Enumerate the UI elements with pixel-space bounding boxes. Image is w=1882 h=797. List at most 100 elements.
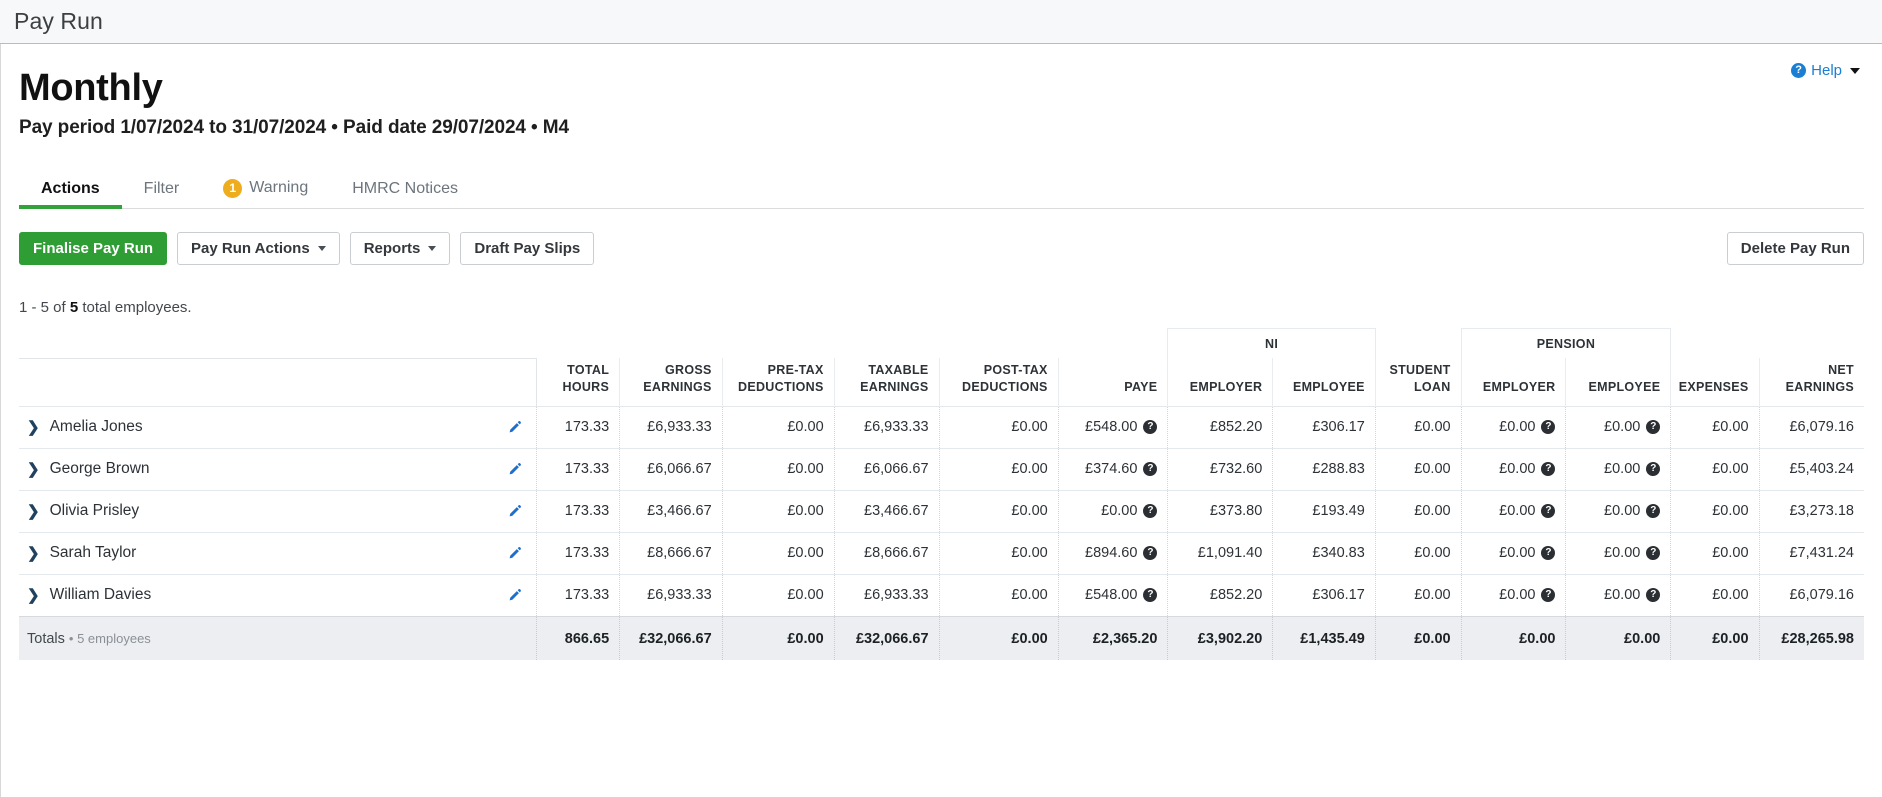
table-row[interactable]: ❯ Sarah Taylor 173.33 £8,666.67 £0.00 £8,666.…: [19, 531, 1864, 575]
employee-name-cell: ❯ George Brown: [19, 447, 537, 491]
cell-value: £5,403.24: [1789, 461, 1854, 478]
tab-filter[interactable]: Filter: [122, 180, 202, 208]
col-header-student-loan: STUDENT LOAN: [1374, 358, 1462, 407]
info-tooltip-icon[interactable]: ?: [1646, 588, 1661, 603]
edit-employee-icon[interactable]: [507, 420, 526, 435]
cell-pension-employee: £0.00?: [1565, 447, 1671, 491]
info-tooltip-icon[interactable]: ?: [1541, 588, 1556, 603]
cell-ni-employee: £340.83: [1272, 531, 1376, 575]
info-tooltip-icon[interactable]: ?: [1646, 504, 1661, 519]
group-header-ni: NI: [1167, 327, 1376, 359]
expand-row-icon[interactable]: ❯: [27, 546, 40, 561]
draft-pay-slips-button[interactable]: Draft Pay Slips: [460, 232, 595, 266]
table-row[interactable]: ❯ Olivia Prisley 173.33 £3,466.67 £0.00 £3,46…: [19, 489, 1864, 533]
info-tooltip-icon[interactable]: ?: [1646, 462, 1661, 477]
expand-row-icon[interactable]: ❯: [27, 504, 40, 519]
cell-value: £0.00: [1499, 545, 1536, 562]
pay-run-actions-dropdown[interactable]: Pay Run Actions: [177, 232, 340, 266]
tab-hmrc-notices[interactable]: HMRC Notices: [330, 180, 480, 208]
tab-filter-label: Filter: [143, 179, 180, 197]
edit-employee-icon[interactable]: [507, 588, 526, 603]
cell-pre-tax-deductions: £0.00: [721, 531, 835, 575]
cell-taxable-earnings: £6,933.33: [833, 405, 940, 449]
warning-count-badge: 1: [223, 178, 243, 198]
cell-value: £0.00: [1712, 503, 1749, 520]
tab-warning[interactable]: 1 Warning: [201, 178, 330, 208]
table-head: NI PENSION TOTAL HOURS GROSS EARNINGS PR…: [19, 327, 1864, 407]
cell-pre-tax-deductions: £0.00: [721, 573, 835, 617]
info-tooltip-icon[interactable]: ?: [1541, 504, 1556, 519]
chevron-down-icon: [1850, 67, 1860, 74]
group-header-spacer-left: [19, 328, 1168, 358]
info-tooltip-icon[interactable]: ?: [1143, 504, 1158, 519]
info-tooltip-icon[interactable]: ?: [1143, 546, 1158, 561]
pay-run-table: NI PENSION TOTAL HOURS GROSS EARNINGS PR…: [19, 327, 1864, 661]
cell-pension-employer: £0.00?: [1460, 447, 1566, 491]
col-header-post-tax-deductions: POST-TAX DEDUCTIONS: [938, 358, 1059, 407]
col-header-expenses: EXPENSES: [1670, 358, 1760, 407]
edit-employee-icon[interactable]: [507, 546, 526, 561]
table-group-header-row: NI PENSION: [19, 327, 1864, 359]
totals-cell-pension-employer: £0.00: [1460, 615, 1566, 661]
cell-pension-employee: £0.00?: [1565, 405, 1671, 449]
expand-row-icon[interactable]: ❯: [27, 588, 40, 603]
cell-value: £6,933.33: [864, 419, 929, 436]
cell-value: £0.00: [1604, 461, 1641, 478]
employee-name: William Davies: [49, 586, 152, 604]
cell-expenses: £0.00: [1670, 531, 1760, 575]
cell-value: £0.00: [1712, 587, 1749, 604]
cell-student-loan: £0.00: [1374, 573, 1462, 617]
cell-pension-employee: £0.00?: [1565, 489, 1671, 533]
cell-paye: £374.60?: [1057, 447, 1168, 491]
cell-pension-employer: £0.00?: [1460, 531, 1566, 575]
count-prefix: 1 - 5 of: [19, 298, 70, 316]
cell-pre-tax-deductions: £0.00: [721, 447, 835, 491]
cell-value: £0.00: [787, 419, 824, 436]
info-tooltip-icon[interactable]: ?: [1646, 420, 1661, 435]
info-tooltip-icon[interactable]: ?: [1143, 588, 1158, 603]
info-tooltip-icon[interactable]: ?: [1541, 462, 1556, 477]
cell-value: £306.17: [1312, 419, 1365, 436]
cell-ni-employer: £373.80: [1167, 489, 1273, 533]
table-row[interactable]: ❯ Amelia Jones 173.33 £6,933.33 £0.00 £6,933.…: [19, 405, 1864, 449]
expand-row-icon[interactable]: ❯: [27, 420, 40, 435]
edit-employee-icon[interactable]: [507, 504, 526, 519]
cell-total-hours: 173.33: [535, 531, 620, 575]
employee-name: Sarah Taylor: [49, 544, 137, 562]
cell-expenses: £0.00: [1670, 405, 1760, 449]
tab-bar: Actions Filter 1 Warning HMRC Notices: [19, 169, 1864, 209]
cell-pension-employer: £0.00?: [1460, 405, 1566, 449]
finalise-pay-run-button[interactable]: Finalise Pay Run: [19, 232, 168, 266]
help-link[interactable]: ? Help: [1791, 62, 1860, 79]
cell-value: £374.60: [1085, 461, 1138, 478]
reports-dropdown[interactable]: Reports: [349, 232, 451, 266]
question-circle-icon: ?: [1791, 63, 1807, 78]
cell-net-earnings: £3,273.18: [1758, 489, 1864, 533]
expand-row-icon[interactable]: ❯: [27, 462, 40, 477]
info-tooltip-icon[interactable]: ?: [1646, 546, 1661, 561]
action-toolbar: Finalise Pay Run Pay Run Actions Reports…: [19, 231, 1864, 267]
info-tooltip-icon[interactable]: ?: [1541, 420, 1556, 435]
info-tooltip-icon[interactable]: ?: [1541, 546, 1556, 561]
cell-ni-employee: £288.83: [1272, 447, 1376, 491]
cell-value: £0.00: [1011, 419, 1048, 436]
cell-value: £0.00: [1499, 419, 1536, 436]
cell-value: £6,066.67: [864, 461, 929, 478]
cell-value: £0.00: [1414, 419, 1451, 436]
totals-cell-student-loan: £0.00: [1374, 615, 1462, 661]
tab-actions[interactable]: Actions: [19, 180, 122, 209]
cell-value: £0.00: [1604, 503, 1641, 520]
info-tooltip-icon[interactable]: ?: [1143, 462, 1158, 477]
cell-total-hours: 173.33: [535, 489, 620, 533]
cell-value: £8,666.67: [647, 545, 712, 562]
count-total: 5: [69, 298, 79, 316]
cell-value: £0.00: [1011, 503, 1048, 520]
table-row[interactable]: ❯ William Davies 173.33 £6,933.33 £0.00 £6,93…: [19, 573, 1864, 617]
table-row[interactable]: ❯ George Brown 173.33 £6,066.67 £0.00 £6,066.…: [19, 447, 1864, 491]
info-tooltip-icon[interactable]: ?: [1143, 420, 1158, 435]
cell-taxable-earnings: £3,466.67: [833, 489, 940, 533]
totals-label: Totals: [27, 630, 65, 647]
cell-gross-earnings: £3,466.67: [619, 489, 723, 533]
edit-employee-icon[interactable]: [507, 462, 526, 477]
delete-pay-run-button[interactable]: Delete Pay Run: [1726, 232, 1864, 266]
